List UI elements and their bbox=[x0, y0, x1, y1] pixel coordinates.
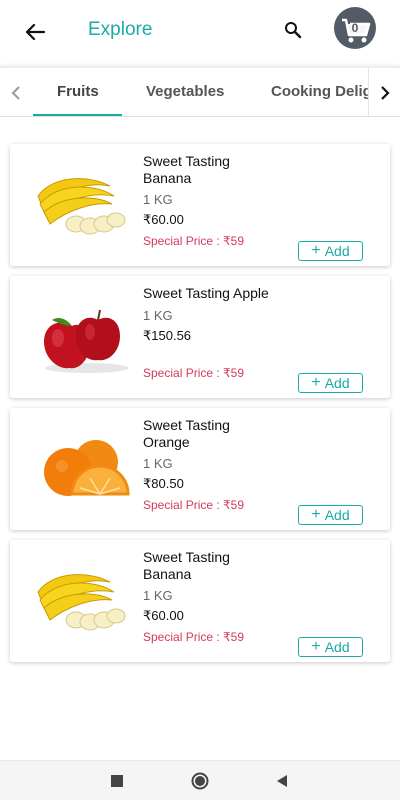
back-nav-button[interactable] bbox=[273, 772, 291, 790]
chevron-right-icon bbox=[380, 85, 390, 100]
tab-fruits[interactable]: Fruits bbox=[57, 83, 99, 100]
arrow-left-icon bbox=[25, 23, 45, 41]
product-price: ₹60.00 bbox=[143, 608, 184, 623]
plus-icon: + bbox=[311, 638, 321, 655]
recents-button[interactable] bbox=[108, 772, 126, 790]
banana-image bbox=[37, 574, 126, 631]
search-icon bbox=[285, 22, 302, 39]
product-name: Sweet Tasting Apple bbox=[143, 285, 269, 301]
special-price: Special Price : ₹59 bbox=[143, 630, 245, 644]
add-to-cart-button[interactable]: + Add bbox=[298, 505, 363, 525]
add-to-cart-button[interactable]: + Add bbox=[298, 373, 363, 393]
product-name: Sweet Tasting Banana bbox=[143, 549, 230, 582]
product-quantity: 1 KG bbox=[143, 588, 173, 603]
tab-cooking-delights[interactable]: Cooking Delig bbox=[271, 83, 372, 100]
cart-button[interactable]: 0 bbox=[334, 7, 376, 49]
add-to-cart-button[interactable]: + Add bbox=[298, 241, 363, 261]
add-button-label: Add bbox=[324, 243, 350, 259]
search-button[interactable] bbox=[280, 17, 306, 43]
system-navigation-bar bbox=[0, 760, 400, 800]
product-name: Sweet Tasting Orange bbox=[143, 417, 230, 450]
banana-image bbox=[37, 178, 126, 235]
product-quantity: 1 KG bbox=[143, 192, 173, 207]
plus-icon: + bbox=[311, 506, 321, 523]
tabs-scroll-right[interactable] bbox=[368, 68, 400, 116]
app-bar: Explore 0 bbox=[0, 0, 400, 62]
back-button[interactable] bbox=[20, 18, 50, 46]
add-button-label: Add bbox=[324, 639, 350, 655]
circle-icon bbox=[191, 772, 209, 790]
triangle-back-icon bbox=[277, 775, 287, 787]
page-title: Explore bbox=[88, 19, 153, 40]
product-card[interactable]: Sweet Tasting Banana 1 KG ₹60.00 Special… bbox=[10, 144, 390, 266]
product-quantity: 1 KG bbox=[143, 308, 173, 323]
special-price: Special Price : ₹59 bbox=[143, 366, 245, 380]
product-price: ₹150.56 bbox=[143, 328, 192, 343]
product-card[interactable]: Sweet Tasting Banana 1 KG ₹60.00 Special… bbox=[10, 540, 390, 662]
product-card[interactable]: Sweet Tasting Apple 1 KG ₹150.56 Special… bbox=[10, 276, 390, 398]
orange-image bbox=[44, 440, 130, 496]
special-price: Special Price : ₹59 bbox=[143, 234, 245, 248]
chevron-left-icon bbox=[11, 85, 20, 100]
tab-vegetables[interactable]: Vegetables bbox=[146, 83, 224, 100]
tabs-scroll-left[interactable] bbox=[0, 68, 32, 116]
plus-icon: + bbox=[311, 374, 321, 391]
cart-count-badge: 0 bbox=[351, 21, 359, 35]
product-card[interactable]: Sweet Tasting Orange 1 KG ₹80.50 Special… bbox=[10, 408, 390, 530]
apple-image bbox=[44, 309, 129, 373]
add-button-label: Add bbox=[324, 507, 350, 523]
add-button-label: Add bbox=[324, 375, 350, 391]
special-price: Special Price : ₹59 bbox=[143, 498, 245, 512]
plus-icon: + bbox=[311, 242, 321, 259]
active-tab-indicator bbox=[33, 114, 122, 116]
home-button[interactable] bbox=[191, 772, 209, 790]
product-name: Sweet Tasting Banana bbox=[143, 153, 230, 186]
product-quantity: 1 KG bbox=[143, 456, 173, 471]
category-tabs: Fruits Vegetables Cooking Delig bbox=[0, 67, 400, 117]
square-icon bbox=[111, 775, 123, 787]
product-price: ₹80.50 bbox=[143, 476, 184, 491]
product-price: ₹60.00 bbox=[143, 212, 184, 227]
add-to-cart-button[interactable]: + Add bbox=[298, 637, 363, 657]
